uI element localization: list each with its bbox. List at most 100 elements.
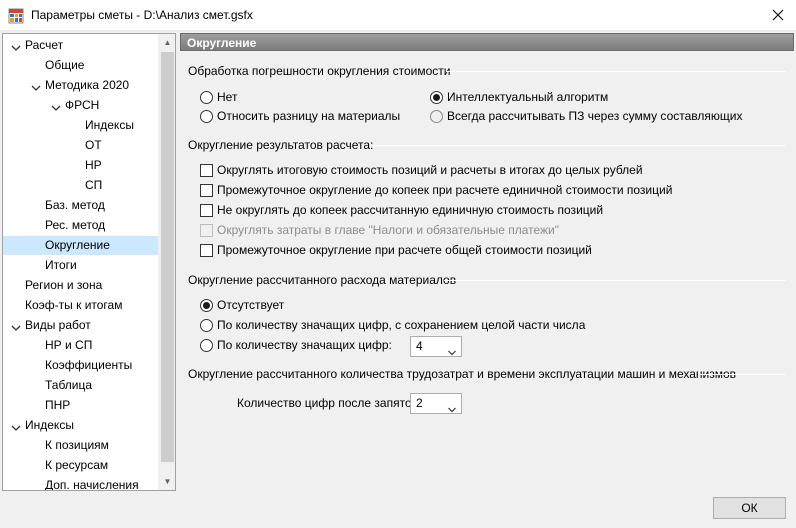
window-title: Параметры сметы - D:\Анализ смет.gsfx: [31, 8, 253, 22]
group-title-materials: Округление рассчитанного расхода материа…: [188, 273, 457, 287]
tree-item-label: ОТ: [85, 138, 102, 152]
radio-materials[interactable]: [200, 110, 213, 123]
tree-item-label: Индексы: [85, 118, 134, 132]
tree-item-label: Виды работ: [25, 318, 91, 332]
tree-item-label: НР: [85, 158, 102, 172]
title-bar: Параметры сметы - D:\Анализ смет.gsfx: [0, 0, 796, 31]
group-divider: [446, 71, 786, 72]
labor-digits-value: 2: [416, 396, 423, 410]
tree-item[interactable]: Таблица: [3, 376, 159, 395]
tree-item[interactable]: Коэффициенты: [3, 356, 159, 375]
check-round-taxes: [200, 224, 213, 237]
tree-item-label: Баз. метод: [45, 198, 105, 212]
tree-item[interactable]: НР: [3, 156, 159, 175]
tree-item[interactable]: Виды работ: [3, 316, 159, 335]
tree-item-label: ФРСН: [65, 98, 100, 112]
grid-app-icon: [8, 8, 24, 24]
tree-item[interactable]: ПНР: [3, 396, 159, 415]
tree-item[interactable]: Итоги: [3, 256, 159, 275]
check-intermediate-kopecks-label: Промежуточное округление до копеек при р…: [217, 183, 673, 197]
panel-header: Округление: [180, 33, 794, 51]
chevron-down-icon[interactable]: [31, 80, 41, 91]
tree-item-label: Итоги: [45, 258, 77, 272]
tree-item[interactable]: НР и СП: [3, 336, 159, 355]
ok-button[interactable]: ОК: [713, 497, 786, 519]
radio-sigdigits-keep-int-label: По количеству значащих цифр, с сохранени…: [217, 318, 586, 332]
tree-item[interactable]: Методика 2020: [3, 76, 159, 95]
group-title-results: Округление результатов расчета:: [188, 138, 374, 152]
radio-none-label: Нет: [217, 90, 238, 104]
material-digits-select[interactable]: 4: [410, 336, 462, 357]
tree-item-label: Методика 2020: [45, 78, 130, 92]
tree-item[interactable]: Индексы: [3, 116, 159, 135]
tree-scrollbar[interactable]: ▲ ▼: [158, 34, 175, 490]
tree-item[interactable]: К ресурсам: [3, 456, 159, 475]
tree-item[interactable]: К позициям: [3, 436, 159, 455]
radio-sigdigits[interactable]: [200, 339, 213, 352]
tree-item-label: Регион и зона: [25, 278, 103, 292]
chevron-down-icon[interactable]: [11, 320, 21, 331]
chevron-down-icon[interactable]: [11, 420, 21, 431]
scroll-down-arrow-icon[interactable]: ▼: [159, 473, 175, 490]
radio-absent-label: Отсутствует: [217, 298, 285, 312]
tree-item-label: Рес. метод: [45, 218, 106, 232]
check-intermediate-total[interactable]: [200, 244, 213, 257]
radio-intelligent[interactable]: [430, 91, 443, 104]
scrollbar-thumb[interactable]: [161, 52, 174, 462]
check-round-totals-label: Округлять итоговую стоимость позиций и р…: [217, 163, 643, 177]
group-divider: [370, 145, 786, 146]
tree-item[interactable]: Баз. метод: [3, 196, 159, 215]
tree-item-label: Доп. начисления: [45, 478, 139, 491]
check-intermediate-kopecks[interactable]: [200, 184, 213, 197]
rounding-panel: Округление Обработка погрешности округле…: [180, 33, 794, 491]
chevron-down-icon: [448, 343, 456, 356]
tree-item-label: Коэф-ты к итогам: [25, 298, 123, 312]
tree-item[interactable]: Коэф-ты к итогам: [3, 296, 159, 315]
check-round-totals[interactable]: [200, 164, 213, 177]
check-intermediate-total-label: Промежуточное округление при расчете общ…: [217, 243, 592, 257]
labor-digits-label: Количество цифр после запятой:: [237, 396, 422, 410]
tree-item-label: К ресурсам: [45, 458, 109, 472]
tree-item-label: СП: [85, 178, 103, 192]
tree-item-label: Коэффициенты: [45, 358, 133, 372]
dialog-footer: ОК: [0, 493, 796, 528]
material-digits-value: 4: [416, 339, 423, 353]
chevron-down-icon[interactable]: [11, 40, 21, 51]
tree-item-label: Расчет: [25, 38, 64, 52]
radio-always-pz-label: Всегда рассчитывать ПЗ через сумму соста…: [447, 109, 743, 123]
chevron-down-icon[interactable]: [51, 100, 61, 111]
radio-absent[interactable]: [200, 299, 213, 312]
labor-digits-select[interactable]: 2: [410, 393, 462, 414]
radio-sigdigits-label: По количеству значащих цифр:: [217, 338, 392, 352]
tree-item[interactable]: Округление: [3, 236, 159, 255]
tree-item[interactable]: Регион и зона: [3, 276, 159, 295]
tree-item-label: К позициям: [45, 438, 109, 452]
tree-item[interactable]: СП: [3, 176, 159, 195]
group-divider: [444, 280, 786, 281]
check-no-round-unit-label: Не округлять до копеек рассчитанную един…: [217, 203, 604, 217]
group-divider: [698, 374, 786, 375]
tree-item-label: Таблица: [45, 378, 93, 392]
radio-none[interactable]: [200, 91, 213, 104]
radio-materials-label: Относить разницу на материалы: [217, 109, 401, 123]
dialog-body: Доп. начисления К ресурсам К позициям Индек…: [0, 31, 796, 493]
tree-item[interactable]: Расчет: [3, 36, 159, 55]
tree-item-label: НР и СП: [45, 338, 93, 352]
tree-item[interactable]: Общие: [3, 56, 159, 75]
tree-item[interactable]: Рес. метод: [3, 216, 159, 235]
close-icon: [772, 5, 784, 26]
radio-always-pz[interactable]: [430, 110, 443, 123]
radio-sigdigits-keep-int[interactable]: [200, 319, 213, 332]
settings-tree[interactable]: Доп. начисления К ресурсам К позициям Индек…: [2, 33, 176, 491]
check-no-round-unit[interactable]: [200, 204, 213, 217]
tree-item-label: Индексы: [25, 418, 74, 432]
tree-item[interactable]: ОТ: [3, 136, 159, 155]
scroll-up-arrow-icon[interactable]: ▲: [159, 34, 175, 51]
tree-item[interactable]: Индексы: [3, 416, 159, 435]
tree-item[interactable]: ФРСН: [3, 96, 159, 115]
chevron-down-icon: [448, 400, 456, 413]
group-title-error-handling: Обработка погрешности округления стоимос…: [188, 64, 451, 78]
close-button[interactable]: [760, 0, 796, 31]
tree-item[interactable]: Доп. начисления: [3, 476, 159, 491]
tree-item-label: ПНР: [45, 398, 71, 412]
